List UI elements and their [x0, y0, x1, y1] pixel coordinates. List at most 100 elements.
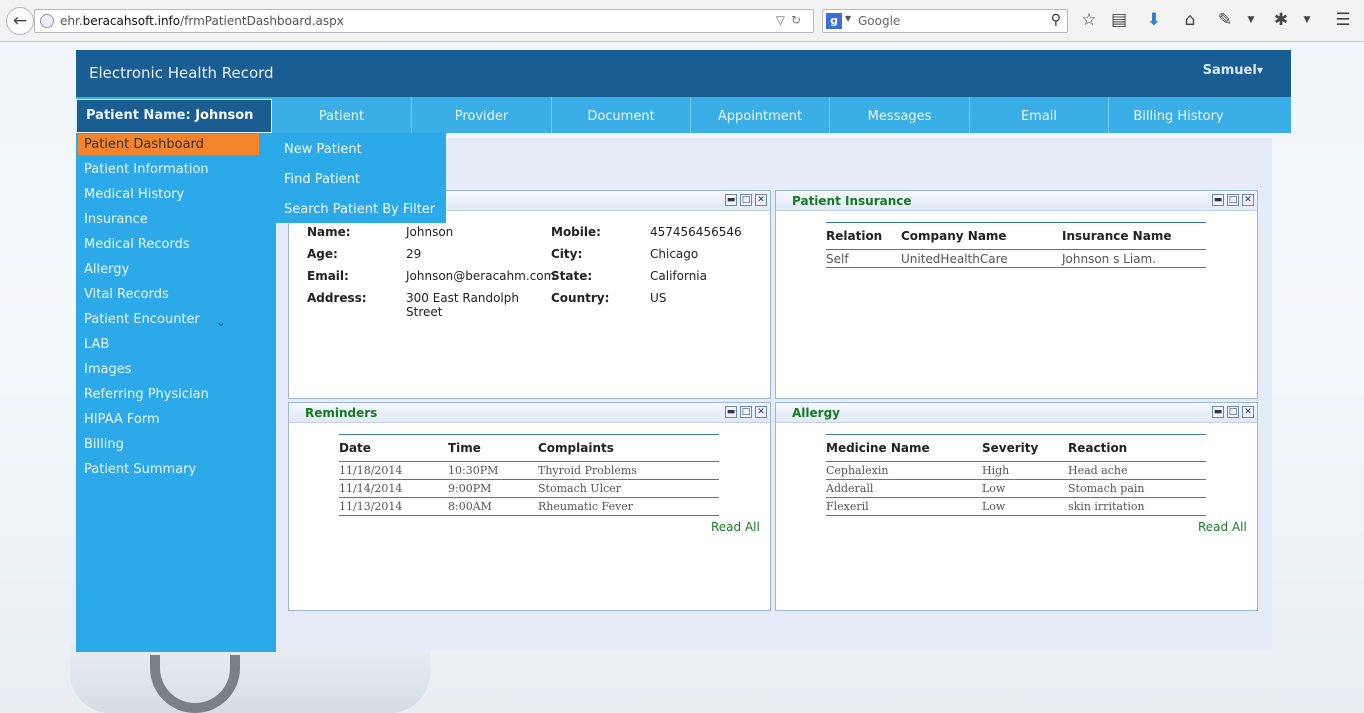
close-icon[interactable]: ✕ [1242, 194, 1254, 206]
search-engine-icon[interactable]: g [826, 13, 842, 29]
addon-dropdown-icon[interactable]: ▼ [1296, 15, 1318, 25]
sidebar-item-lab[interactable]: LAB [84, 334, 264, 355]
table-row[interactable]: 11/18/2014 10:30PM Thyroid Problems [339, 461, 719, 480]
allergy-read-all-link[interactable]: Read All [1198, 520, 1247, 534]
menu-item-find-patient[interactable]: Find Patient [284, 169, 360, 191]
sidebar-item-medical-records[interactable]: Medical Records [84, 234, 264, 255]
medicine-cell: Cephalexin [826, 461, 982, 480]
tools-dropdown-icon[interactable]: ▼ [1240, 15, 1262, 25]
menu-icon[interactable]: ☰ [1332, 10, 1354, 30]
back-arrow-icon: ← [12, 11, 28, 31]
menu-item-new-patient[interactable]: New Patient [284, 139, 362, 161]
nav-appointment[interactable]: Appointment [690, 97, 829, 133]
patient-insurance-panel: Patient Insurance ▬ □ ✕ Relation Company… [775, 190, 1258, 399]
name-value: Johnson [406, 225, 454, 239]
panel-controls: ▬ □ ✕ [1212, 194, 1254, 206]
date-cell: 11/13/2014 [339, 497, 448, 516]
nav-messages[interactable]: Messages [829, 97, 969, 133]
user-menu[interactable]: Samuel▼ [1203, 63, 1263, 78]
main-nav: Patient Name: Johnson Patient Provider D… [76, 97, 1291, 133]
sidebar-item-patient-encounter[interactable]: Patient Encounter ⌄ [84, 309, 264, 330]
sidebar-item-allergy[interactable]: Allergy [84, 259, 264, 280]
home-icon[interactable]: ⌂ [1179, 10, 1201, 30]
table-row[interactable]: Cephalexin High Head ache [826, 461, 1206, 480]
country-label: Country: [551, 291, 610, 305]
close-icon[interactable]: ✕ [755, 406, 767, 418]
close-icon[interactable]: ✕ [755, 194, 767, 206]
table-row[interactable]: Self UnitedHealthCare Johnson s Liam. [826, 249, 1206, 268]
sidebar-item-patient-summary[interactable]: Patient Summary [84, 459, 264, 480]
column-header: Insurance Name [1062, 222, 1206, 250]
url-actions: ▽↻ [776, 13, 807, 27]
email-label: Email: [307, 269, 349, 283]
search-icon[interactable]: ⚲ [1051, 12, 1061, 28]
bookmark-star-icon[interactable]: ☆ [1078, 10, 1100, 30]
reload-icon[interactable]: ↻ [791, 13, 807, 27]
sidebar-item-referring-physician[interactable]: Referring Physician [84, 384, 264, 405]
url-text: ehr.beracahsoft.info/frmPatientDashboard… [60, 14, 344, 28]
sidebar-item-billing[interactable]: Billing [84, 434, 264, 455]
nav-provider[interactable]: Provider [411, 97, 551, 133]
sidebar-item-insurance[interactable]: Insurance [84, 209, 264, 230]
chevron-down-icon[interactable]: ⌄ [216, 312, 226, 333]
column-header: Date [339, 434, 448, 462]
sidebar-item-vital-records[interactable]: Vital Records [84, 284, 264, 305]
column-header: Relation [826, 222, 901, 250]
sidebar-item-patient-information[interactable]: Patient Information [84, 159, 264, 180]
state-value: California [650, 269, 707, 283]
sidebar-item-patient-dashboard[interactable]: Patient Dashboard [78, 134, 259, 155]
nav-patient[interactable]: Patient [272, 97, 411, 133]
minimize-icon[interactable]: ▬ [1212, 194, 1224, 206]
tools-icon[interactable]: ✎ [1214, 10, 1236, 30]
state-label: State: [551, 269, 593, 283]
back-button[interactable]: ← [6, 7, 34, 35]
city-value: Chicago [650, 247, 699, 261]
search-input[interactable]: Google [858, 14, 900, 28]
minimize-icon[interactable]: ▬ [725, 406, 737, 418]
minimize-icon[interactable]: ▬ [1212, 406, 1224, 418]
column-header: Company Name [901, 222, 1062, 250]
patient-name-tab[interactable]: Patient Name: Johnson [76, 99, 272, 133]
email-value: Johnson@beracahm.com [406, 269, 556, 283]
panel-controls: ▬ □ ✕ [725, 194, 767, 206]
maximize-icon[interactable]: □ [740, 194, 752, 206]
table-row[interactable]: Adderall Low Stomach pain [826, 479, 1206, 498]
panel-title: Patient Insurance [792, 194, 912, 208]
nav-billing-history[interactable]: Billing History [1108, 97, 1248, 133]
address-line1: 300 East Randolph [406, 291, 519, 305]
close-icon[interactable]: ✕ [1242, 406, 1254, 418]
nav-document[interactable]: Document [551, 97, 690, 133]
addon-icon[interactable]: ✱ [1270, 10, 1292, 30]
search-bar[interactable]: g ▼ Google ⚲ [822, 9, 1068, 33]
download-icon[interactable]: ⬇ [1143, 10, 1165, 30]
panel-controls: ▬ □ ✕ [1212, 406, 1254, 418]
severity-cell: Low [982, 479, 1068, 498]
reading-list-icon[interactable]: ▤ [1108, 10, 1130, 30]
table-row[interactable]: 11/14/2014 9:00PM Stomach Ulcer [339, 479, 719, 498]
complaint-cell: Thyroid Problems [538, 461, 719, 480]
address-bar[interactable]: ehr.beracahsoft.info/frmPatientDashboard… [34, 9, 814, 33]
insurance-table: Relation Company Name Insurance Name Sel… [826, 222, 1206, 268]
column-header: Complaints [538, 434, 719, 462]
nav-email[interactable]: Email [969, 97, 1108, 133]
dropdown-arrow-icon[interactable]: ▽ [776, 13, 791, 27]
table-row[interactable]: Flexeril Low skin irritation [826, 497, 1206, 516]
table-row[interactable]: 11/13/2014 8:00AM Rheumatic Fever [339, 497, 719, 516]
sidebar-item-hipaa-form[interactable]: HIPAA Form [84, 409, 264, 430]
allergy-panel: Allergy ▬ □ ✕ Medicine Name Severity Rea… [775, 402, 1258, 611]
background-doctor-image [70, 645, 430, 713]
sidebar-item-images[interactable]: Images [84, 359, 264, 380]
app-title: Electronic Health Record [89, 64, 274, 82]
maximize-icon[interactable]: □ [740, 406, 752, 418]
menu-item-search-patient-by-filter[interactable]: Search Patient By Filter [284, 199, 435, 221]
medicine-cell: Adderall [826, 479, 982, 498]
maximize-icon[interactable]: □ [1227, 194, 1239, 206]
sidebar-item-medical-history[interactable]: Medical History [84, 184, 264, 205]
search-engine-dropdown-icon[interactable]: ▼ [845, 14, 851, 23]
reminders-read-all-link[interactable]: Read All [711, 520, 760, 534]
panel-title: Allergy [792, 406, 840, 420]
panel-header: Patient Insurance ▬ □ ✕ [776, 191, 1257, 211]
city-label: City: [551, 247, 583, 261]
maximize-icon[interactable]: □ [1227, 406, 1239, 418]
minimize-icon[interactable]: ▬ [725, 194, 737, 206]
